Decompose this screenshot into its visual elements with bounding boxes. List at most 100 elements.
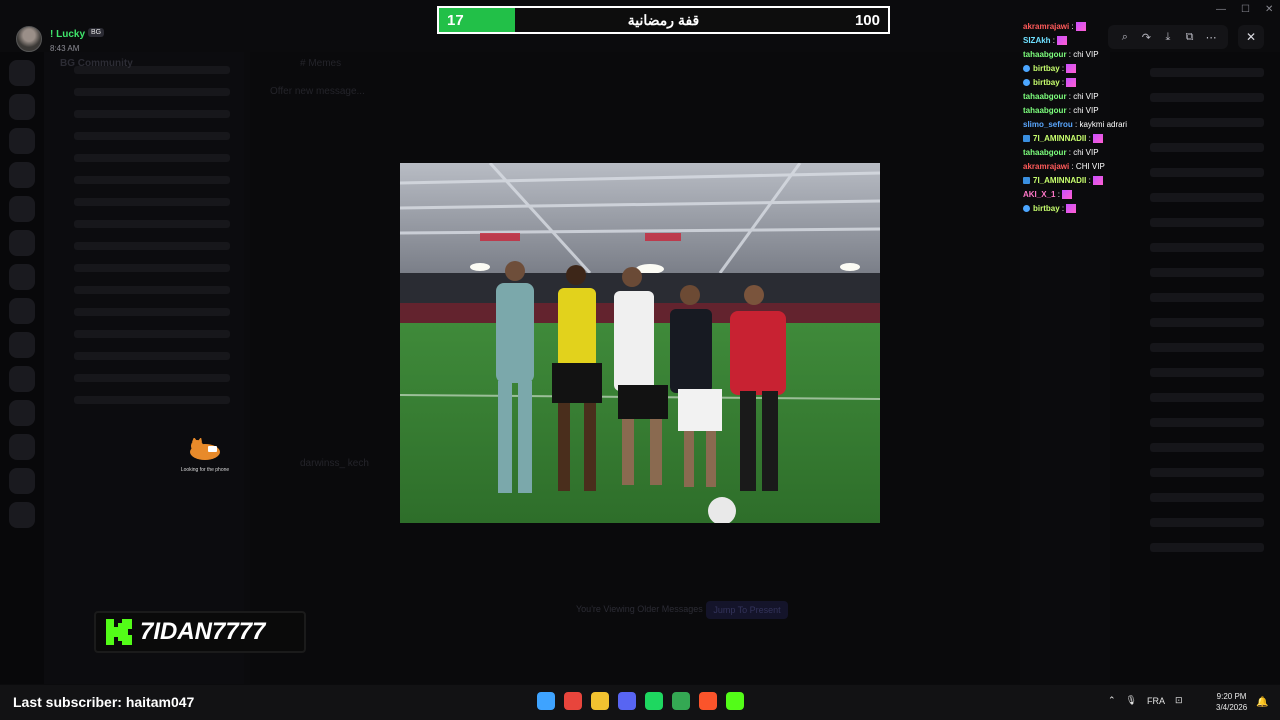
server-icon[interactable] <box>9 162 35 188</box>
chat-message: tahaabgour : chi VIP <box>1023 146 1143 160</box>
chat-username[interactable]: AKI_X_1 <box>1023 190 1055 199</box>
system-tray: ⌃ 🎙 FRA ⊡ <box>1108 695 1183 706</box>
chat-username[interactable]: slimo_sefrou <box>1023 120 1073 129</box>
file-explorer-icon[interactable] <box>591 692 609 710</box>
chat-text: : <box>1059 78 1065 87</box>
chrome-profile-icon[interactable] <box>672 692 690 710</box>
message-author: ! Lucky BG 8:43 AM <box>16 24 105 53</box>
chat-message: SIZAkh : <box>1023 34 1143 48</box>
chat-message: birtbay : <box>1023 62 1143 76</box>
server-icon[interactable] <box>9 434 35 460</box>
kick-logo-icon <box>106 619 132 645</box>
server-icon[interactable] <box>9 502 35 528</box>
chat-text: : <box>1086 176 1091 185</box>
stream-chat: akramrajawi : SIZAkh : tahaabgour : chi VI… <box>1023 20 1143 216</box>
server-icon[interactable] <box>9 196 35 222</box>
channel-banner: Offer new message... <box>270 86 365 97</box>
looking-for-phone-sticker: Looking for the phone <box>180 437 230 473</box>
tray-expand-icon[interactable]: ⌃ <box>1108 695 1116 706</box>
kick-app-icon[interactable] <box>726 692 744 710</box>
chat-username[interactable]: birtbay <box>1033 204 1060 213</box>
chat-message: tahaabgour : chi VIP <box>1023 90 1143 104</box>
donation-goal-bar: 17 قفة رمضانية 100 <box>437 6 890 34</box>
chat-username[interactable]: tahaabgour <box>1023 92 1067 101</box>
server-icon[interactable] <box>9 366 35 392</box>
server-icon[interactable] <box>9 128 35 154</box>
cat-sticker-icon <box>190 437 220 460</box>
server-icon[interactable] <box>9 94 35 120</box>
chat-message: 7I_AMINNADII : <box>1023 132 1143 146</box>
chat-emote-icon <box>1066 78 1077 88</box>
open-external-icon[interactable]: ⧉ <box>1182 31 1198 44</box>
chat-emote-icon <box>1092 176 1103 186</box>
chat-message: akramrajawi : <box>1023 20 1143 34</box>
chat-username[interactable]: 7I_AMINNADII <box>1033 176 1086 185</box>
chat-text: : <box>1069 22 1074 31</box>
channel-list <box>44 52 244 684</box>
server-icon[interactable] <box>9 230 35 256</box>
author-tag: BG <box>88 28 105 38</box>
bg-message-user: darwinss_ kech <box>300 458 369 469</box>
channel-header: # Memes <box>300 58 342 69</box>
chat-badge-icon <box>1023 65 1030 73</box>
close-viewer-button[interactable]: ✕ <box>1238 25 1264 49</box>
microphone-icon[interactable]: 🎙 <box>1126 695 1137 706</box>
more-icon[interactable]: ⋯ <box>1203 31 1219 44</box>
chat-username[interactable]: birtbay <box>1033 78 1060 87</box>
chat-username[interactable]: birtbay <box>1033 64 1060 73</box>
chat-message: AKI_X_1 : <box>1023 188 1143 202</box>
server-header[interactable]: BG Community <box>60 58 133 69</box>
jump-to-present-button[interactable]: Jump To Present <box>706 601 788 619</box>
goal-title: قفة رمضانية <box>627 12 700 28</box>
download-icon[interactable]: ⤓ <box>1160 31 1176 44</box>
goal-target-value: 100 <box>854 12 880 29</box>
notification-bell-icon[interactable]: 🔔 <box>1256 697 1268 708</box>
server-icon[interactable] <box>9 400 35 426</box>
chat-text: : <box>1055 190 1060 199</box>
chat-emote-icon <box>1061 190 1072 200</box>
server-icon[interactable] <box>9 60 35 86</box>
chat-emote-icon <box>1066 64 1077 74</box>
minimize-window-icon[interactable]: — <box>1216 4 1226 15</box>
chrome-icon[interactable] <box>564 692 582 710</box>
chat-text: : chi VIP <box>1066 92 1099 101</box>
last-subscriber-label: Last subscriber: haitam047 <box>13 694 195 710</box>
server-icon[interactable] <box>9 264 35 290</box>
chat-username[interactable]: SIZAkh <box>1023 36 1051 45</box>
server-rail <box>0 52 44 684</box>
chat-username[interactable]: 7I_AMINNADII <box>1033 134 1086 143</box>
brave-icon[interactable] <box>699 692 717 710</box>
server-icon[interactable] <box>9 298 35 324</box>
windows-start-icon[interactable] <box>537 692 555 710</box>
chat-text: : kaykmi adrari <box>1072 120 1128 129</box>
chat-message: birtbay : <box>1023 76 1143 90</box>
chat-text: : <box>1059 64 1065 73</box>
chat-username[interactable]: akramrajawi <box>1023 162 1069 171</box>
maximize-window-icon[interactable]: ☐ <box>1241 4 1250 15</box>
chat-username[interactable]: tahaabgour <box>1023 148 1067 157</box>
server-icon[interactable] <box>9 468 35 494</box>
chat-username[interactable]: tahaabgour <box>1023 106 1067 115</box>
server-icon[interactable] <box>9 332 35 358</box>
chat-message: tahaabgour : chi VIP <box>1023 48 1143 62</box>
close-window-icon[interactable]: ✕ <box>1265 4 1273 15</box>
chat-username[interactable]: akramrajawi <box>1023 22 1069 31</box>
chat-message: tahaabgour : chi VIP <box>1023 104 1143 118</box>
chat-username[interactable]: tahaabgour <box>1023 50 1067 59</box>
avatar[interactable] <box>16 25 42 52</box>
discord-icon[interactable] <box>618 692 636 710</box>
taskbar-clock[interactable]: 9:20 PM 3/4/2026 <box>1216 691 1247 713</box>
message-time: 8:43 AM <box>50 44 80 53</box>
clock-time: 9:20 PM <box>1216 692 1247 701</box>
attachment-image[interactable] <box>400 163 880 523</box>
chat-badge-icon <box>1023 205 1030 213</box>
chat-text: : chi VIP <box>1066 106 1099 115</box>
author-name[interactable]: ! Lucky <box>50 29 85 40</box>
network-icon[interactable]: ⊡ <box>1175 695 1183 706</box>
team-photo <box>400 163 880 523</box>
chat-emote-icon <box>1066 204 1077 214</box>
taskbar-apps <box>537 692 744 710</box>
spotify-icon[interactable] <box>645 692 663 710</box>
tray-language[interactable]: FRA <box>1147 696 1165 706</box>
sticker-caption: Looking for the phone <box>180 467 230 473</box>
